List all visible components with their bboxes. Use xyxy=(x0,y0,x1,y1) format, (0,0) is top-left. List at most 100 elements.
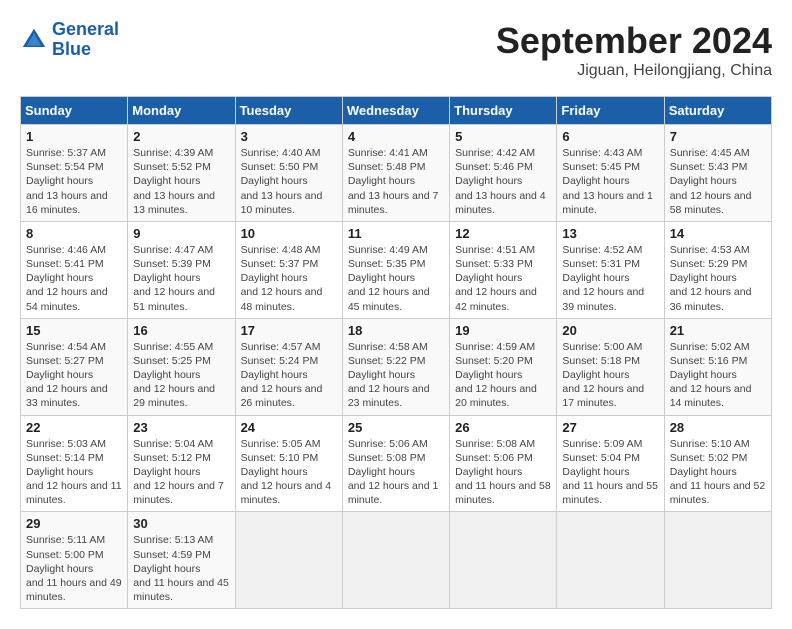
day-number: 13 xyxy=(562,226,658,241)
calendar-cell: 21 Sunrise: 5:02 AMSunset: 5:16 PMDaylig… xyxy=(664,318,771,415)
day-detail: Sunrise: 4:59 AMSunset: 5:20 PMDaylight … xyxy=(455,341,537,410)
day-number: 25 xyxy=(348,420,444,435)
day-number: 12 xyxy=(455,226,551,241)
day-detail: Sunrise: 5:08 AMSunset: 5:06 PMDaylight … xyxy=(455,438,551,507)
col-header-thursday: Thursday xyxy=(450,97,557,125)
day-detail: Sunrise: 5:13 AMSunset: 4:59 PMDaylight … xyxy=(133,534,229,603)
col-header-friday: Friday xyxy=(557,97,664,125)
day-detail: Sunrise: 5:37 AMSunset: 5:54 PMDaylight … xyxy=(26,147,108,216)
calendar-cell: 25 Sunrise: 5:06 AMSunset: 5:08 PMDaylig… xyxy=(342,415,449,512)
day-number: 28 xyxy=(670,420,766,435)
day-number: 30 xyxy=(133,516,229,531)
day-number: 23 xyxy=(133,420,229,435)
day-number: 11 xyxy=(348,226,444,241)
location: Jiguan, Heilongjiang, China xyxy=(496,62,772,80)
calendar-cell: 17 Sunrise: 4:57 AMSunset: 5:24 PMDaylig… xyxy=(235,318,342,415)
calendar-cell: 23 Sunrise: 5:04 AMSunset: 5:12 PMDaylig… xyxy=(128,415,235,512)
calendar-week-row: 15 Sunrise: 4:54 AMSunset: 5:27 PMDaylig… xyxy=(21,318,772,415)
day-number: 6 xyxy=(562,129,658,144)
day-detail: Sunrise: 4:54 AMSunset: 5:27 PMDaylight … xyxy=(26,341,108,410)
calendar-cell: 30 Sunrise: 5:13 AMSunset: 4:59 PMDaylig… xyxy=(128,512,235,609)
calendar-cell xyxy=(235,512,342,609)
day-number: 27 xyxy=(562,420,658,435)
day-detail: Sunrise: 4:48 AMSunset: 5:37 PMDaylight … xyxy=(241,244,323,313)
calendar-cell: 7 Sunrise: 4:45 AMSunset: 5:43 PMDayligh… xyxy=(664,125,771,222)
calendar-cell: 13 Sunrise: 4:52 AMSunset: 5:31 PMDaylig… xyxy=(557,221,664,318)
calendar-cell: 1 Sunrise: 5:37 AMSunset: 5:54 PMDayligh… xyxy=(21,125,128,222)
day-number: 16 xyxy=(133,323,229,338)
calendar-week-row: 8 Sunrise: 4:46 AMSunset: 5:41 PMDayligh… xyxy=(21,221,772,318)
calendar-cell xyxy=(450,512,557,609)
calendar-cell: 14 Sunrise: 4:53 AMSunset: 5:29 PMDaylig… xyxy=(664,221,771,318)
day-number: 20 xyxy=(562,323,658,338)
day-detail: Sunrise: 5:10 AMSunset: 5:02 PMDaylight … xyxy=(670,438,766,507)
calendar-cell: 28 Sunrise: 5:10 AMSunset: 5:02 PMDaylig… xyxy=(664,415,771,512)
day-detail: Sunrise: 4:39 AMSunset: 5:52 PMDaylight … xyxy=(133,147,215,216)
day-number: 2 xyxy=(133,129,229,144)
day-detail: Sunrise: 4:43 AMSunset: 5:45 PMDaylight … xyxy=(562,147,653,216)
day-detail: Sunrise: 4:42 AMSunset: 5:46 PMDaylight … xyxy=(455,147,546,216)
calendar-cell: 10 Sunrise: 4:48 AMSunset: 5:37 PMDaylig… xyxy=(235,221,342,318)
day-detail: Sunrise: 4:58 AMSunset: 5:22 PMDaylight … xyxy=(348,341,430,410)
calendar-header-row: SundayMondayTuesdayWednesdayThursdayFrid… xyxy=(21,97,772,125)
day-number: 3 xyxy=(241,129,337,144)
col-header-saturday: Saturday xyxy=(664,97,771,125)
day-detail: Sunrise: 4:57 AMSunset: 5:24 PMDaylight … xyxy=(241,341,323,410)
day-number: 17 xyxy=(241,323,337,338)
day-number: 15 xyxy=(26,323,122,338)
calendar-cell xyxy=(557,512,664,609)
day-number: 22 xyxy=(26,420,122,435)
day-detail: Sunrise: 4:46 AMSunset: 5:41 PMDaylight … xyxy=(26,244,108,313)
calendar-cell: 27 Sunrise: 5:09 AMSunset: 5:04 PMDaylig… xyxy=(557,415,664,512)
day-detail: Sunrise: 5:11 AMSunset: 5:00 PMDaylight … xyxy=(26,534,122,603)
day-detail: Sunrise: 4:52 AMSunset: 5:31 PMDaylight … xyxy=(562,244,644,313)
calendar-cell: 15 Sunrise: 4:54 AMSunset: 5:27 PMDaylig… xyxy=(21,318,128,415)
calendar-cell: 12 Sunrise: 4:51 AMSunset: 5:33 PMDaylig… xyxy=(450,221,557,318)
calendar-cell: 22 Sunrise: 5:03 AMSunset: 5:14 PMDaylig… xyxy=(21,415,128,512)
calendar-cell: 5 Sunrise: 4:42 AMSunset: 5:46 PMDayligh… xyxy=(450,125,557,222)
day-number: 21 xyxy=(670,323,766,338)
day-number: 26 xyxy=(455,420,551,435)
day-detail: Sunrise: 4:51 AMSunset: 5:33 PMDaylight … xyxy=(455,244,537,313)
calendar-cell: 2 Sunrise: 4:39 AMSunset: 5:52 PMDayligh… xyxy=(128,125,235,222)
col-header-monday: Monday xyxy=(128,97,235,125)
day-detail: Sunrise: 5:05 AMSunset: 5:10 PMDaylight … xyxy=(241,438,332,507)
month-title: September 2024 xyxy=(496,20,772,62)
day-number: 19 xyxy=(455,323,551,338)
calendar-cell: 19 Sunrise: 4:59 AMSunset: 5:20 PMDaylig… xyxy=(450,318,557,415)
calendar-cell: 8 Sunrise: 4:46 AMSunset: 5:41 PMDayligh… xyxy=(21,221,128,318)
calendar-cell: 4 Sunrise: 4:41 AMSunset: 5:48 PMDayligh… xyxy=(342,125,449,222)
calendar-week-row: 29 Sunrise: 5:11 AMSunset: 5:00 PMDaylig… xyxy=(21,512,772,609)
calendar-cell: 3 Sunrise: 4:40 AMSunset: 5:50 PMDayligh… xyxy=(235,125,342,222)
col-header-sunday: Sunday xyxy=(21,97,128,125)
calendar-week-row: 1 Sunrise: 5:37 AMSunset: 5:54 PMDayligh… xyxy=(21,125,772,222)
col-header-tuesday: Tuesday xyxy=(235,97,342,125)
col-header-wednesday: Wednesday xyxy=(342,97,449,125)
calendar-cell: 18 Sunrise: 4:58 AMSunset: 5:22 PMDaylig… xyxy=(342,318,449,415)
day-number: 1 xyxy=(26,129,122,144)
day-number: 24 xyxy=(241,420,337,435)
day-detail: Sunrise: 4:53 AMSunset: 5:29 PMDaylight … xyxy=(670,244,752,313)
day-detail: Sunrise: 5:00 AMSunset: 5:18 PMDaylight … xyxy=(562,341,644,410)
calendar-cell: 11 Sunrise: 4:49 AMSunset: 5:35 PMDaylig… xyxy=(342,221,449,318)
day-detail: Sunrise: 5:09 AMSunset: 5:04 PMDaylight … xyxy=(562,438,658,507)
calendar-cell: 6 Sunrise: 4:43 AMSunset: 5:45 PMDayligh… xyxy=(557,125,664,222)
day-detail: Sunrise: 4:45 AMSunset: 5:43 PMDaylight … xyxy=(670,147,752,216)
calendar-cell: 20 Sunrise: 5:00 AMSunset: 5:18 PMDaylig… xyxy=(557,318,664,415)
day-number: 4 xyxy=(348,129,444,144)
day-detail: Sunrise: 5:06 AMSunset: 5:08 PMDaylight … xyxy=(348,438,439,507)
calendar-cell: 16 Sunrise: 4:55 AMSunset: 5:25 PMDaylig… xyxy=(128,318,235,415)
day-number: 7 xyxy=(670,129,766,144)
page-header: General Blue September 2024 Jiguan, Heil… xyxy=(20,20,772,80)
day-number: 9 xyxy=(133,226,229,241)
day-detail: Sunrise: 4:41 AMSunset: 5:48 PMDaylight … xyxy=(348,147,439,216)
day-number: 29 xyxy=(26,516,122,531)
day-detail: Sunrise: 5:02 AMSunset: 5:16 PMDaylight … xyxy=(670,341,752,410)
calendar-cell: 29 Sunrise: 5:11 AMSunset: 5:00 PMDaylig… xyxy=(21,512,128,609)
day-detail: Sunrise: 4:55 AMSunset: 5:25 PMDaylight … xyxy=(133,341,215,410)
logo-text: General Blue xyxy=(52,20,119,60)
calendar-cell: 24 Sunrise: 5:05 AMSunset: 5:10 PMDaylig… xyxy=(235,415,342,512)
calendar-week-row: 22 Sunrise: 5:03 AMSunset: 5:14 PMDaylig… xyxy=(21,415,772,512)
calendar-cell xyxy=(664,512,771,609)
day-number: 14 xyxy=(670,226,766,241)
